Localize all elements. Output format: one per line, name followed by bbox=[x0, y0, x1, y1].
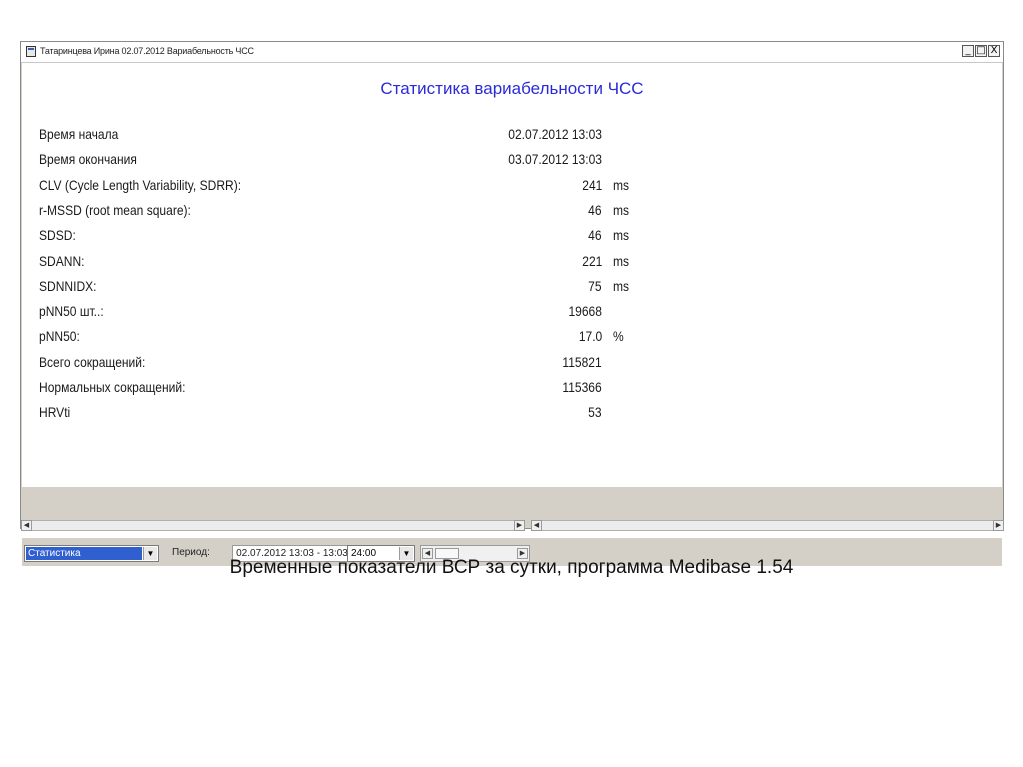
stat-row: Время начала 02.07.2012 13:03 bbox=[22, 124, 1002, 146]
stat-label: SDSD: bbox=[39, 227, 76, 244]
report-heading: Статистика вариабельности ЧСС bbox=[380, 79, 644, 98]
stat-label: HRVti bbox=[39, 404, 71, 421]
stat-row: pNN50 шт..: 19668 bbox=[22, 301, 1002, 323]
stat-label: pNN50: bbox=[39, 328, 80, 345]
stat-label: Время начала bbox=[39, 126, 119, 142]
stat-row: HRVti 53 bbox=[22, 402, 1002, 424]
stat-value: 115821 bbox=[562, 353, 602, 370]
right-horizontal-scrollbar[interactable]: ◀ ▶ bbox=[531, 520, 1005, 532]
stat-value: 46 bbox=[588, 201, 602, 218]
stat-row: Время окончания 03.07.2012 13:03 bbox=[22, 149, 1002, 171]
stat-value: 75 bbox=[588, 277, 602, 294]
stat-label: Всего сокращений: bbox=[39, 353, 146, 370]
stat-value: 53 bbox=[588, 404, 602, 421]
stat-row: CLV (Cycle Length Variability, SDRR): 241… bbox=[22, 175, 1002, 197]
stat-unit: ms bbox=[613, 201, 630, 218]
scrollbar-track[interactable] bbox=[32, 520, 514, 531]
stat-value: 02.07.2012 13:03 bbox=[508, 126, 602, 142]
stat-value: 03.07.2012 13:03 bbox=[508, 151, 602, 168]
report-panel: Статистика вариабельности ЧСС Время нача… bbox=[22, 63, 1002, 487]
stat-label: Нормальных сокращений: bbox=[39, 379, 186, 395]
stat-row: SDSD: 46 ms bbox=[22, 225, 1002, 247]
app-window: Татаринцева Ирина 02.07.2012 Вариабельно… bbox=[20, 41, 1005, 566]
figure-caption: Временные показатели ВСР за сутки, прогр… bbox=[229, 557, 794, 578]
stat-label: SDNNIDX: bbox=[39, 277, 97, 294]
scroll-right-arrow-icon[interactable]: ▶ bbox=[993, 520, 1004, 531]
stat-label: CLV (Cycle Length Variability, SDRR): bbox=[39, 176, 242, 193]
stat-value: 221 bbox=[581, 252, 602, 269]
scroll-right-arrow-icon[interactable]: ▶ bbox=[514, 520, 525, 531]
stat-unit: ms bbox=[613, 176, 630, 193]
scroll-left-arrow-icon[interactable]: ◀ bbox=[21, 520, 32, 531]
left-horizontal-scrollbar[interactable]: ◀ ▶ bbox=[21, 520, 525, 532]
stat-row: SDNNIDX: 75 ms bbox=[22, 276, 1002, 298]
close-button[interactable]: X bbox=[988, 45, 1000, 57]
window-controls: _ □ X bbox=[962, 45, 1000, 57]
scrollbar-track[interactable] bbox=[542, 520, 993, 531]
scroll-left-arrow-icon[interactable]: ◀ bbox=[531, 520, 542, 531]
stat-label: r-MSSD (root mean square): bbox=[39, 201, 191, 218]
stat-unit: ms bbox=[613, 252, 630, 269]
stat-value: 115366 bbox=[562, 379, 602, 395]
stat-value: 17.0 bbox=[578, 328, 602, 345]
stat-row: Нормальных сокращений: 115366 bbox=[22, 377, 1002, 399]
stat-unit: ms bbox=[613, 277, 630, 294]
stat-value: 241 bbox=[581, 176, 602, 193]
stat-label: pNN50 шт..: bbox=[39, 303, 104, 320]
app-icon bbox=[26, 46, 36, 57]
stat-label: SDANN: bbox=[39, 252, 85, 269]
stat-value: 46 bbox=[588, 227, 602, 244]
title-bar[interactable]: Татаринцева Ирина 02.07.2012 Вариабельно… bbox=[21, 42, 1003, 63]
stat-unit: % bbox=[613, 328, 624, 345]
minimize-button[interactable]: _ bbox=[962, 45, 974, 57]
stat-unit: ms bbox=[613, 227, 630, 244]
window-title: Татаринцева Ирина 02.07.2012 Вариабельно… bbox=[40, 46, 254, 56]
stat-row: r-MSSD (root mean square): 46 ms bbox=[22, 200, 1002, 222]
stat-row: Всего сокращений: 115821 bbox=[22, 352, 1002, 374]
stat-value: 19668 bbox=[568, 303, 602, 320]
stat-row: SDANN: 221 ms bbox=[22, 251, 1002, 273]
stat-label: Время окончания bbox=[39, 151, 137, 168]
maximize-button[interactable]: □ bbox=[975, 45, 987, 57]
stat-row: pNN50: 17.0% bbox=[22, 326, 1002, 348]
